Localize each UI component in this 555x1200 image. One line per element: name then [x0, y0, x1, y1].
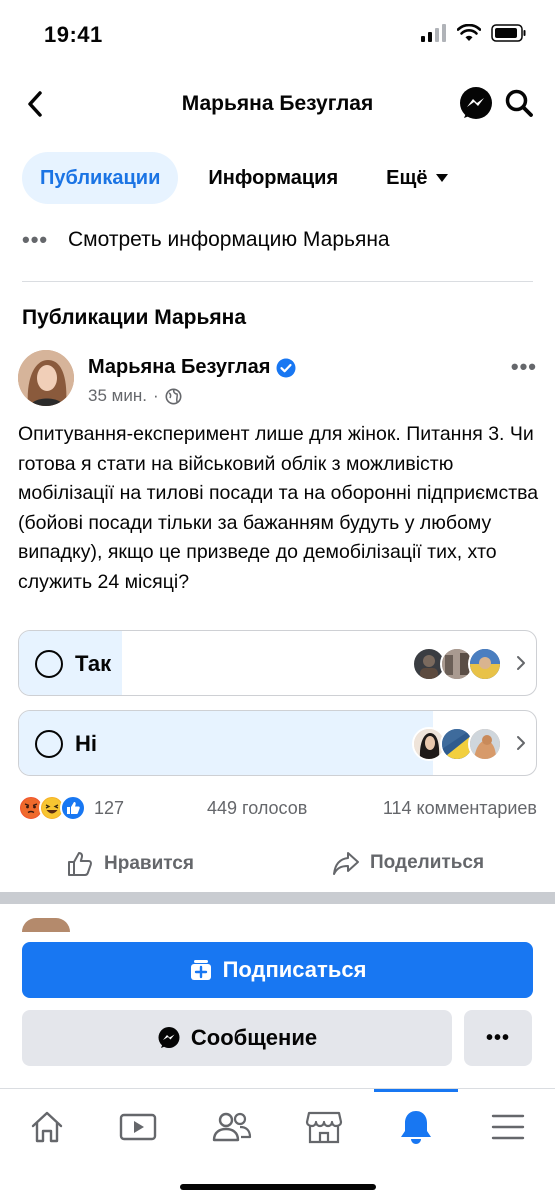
status-time: 19:41 — [44, 22, 103, 47]
home-icon — [31, 1111, 63, 1143]
video-icon — [119, 1113, 157, 1141]
section-title: Публикации Марьяна — [22, 306, 247, 329]
post-author[interactable]: Марьяна Безуглая — [88, 356, 296, 379]
poll-option-no[interactable]: Ні — [18, 710, 537, 776]
post-separator — [0, 892, 555, 904]
poll-label-yes: Так — [75, 651, 112, 676]
poll-radio-yes[interactable] — [35, 650, 63, 678]
like-button[interactable]: Нравится — [66, 850, 194, 878]
tab-friends[interactable] — [212, 1107, 252, 1147]
marketplace-icon — [305, 1111, 343, 1144]
search-icon — [505, 89, 533, 117]
tab-notifications[interactable] — [396, 1107, 436, 1147]
reactions-summary: 127 449 голосов 114 комментариев — [18, 790, 537, 826]
bell-icon — [401, 1111, 431, 1144]
poll-voters-no[interactable] — [412, 727, 502, 761]
share-button[interactable]: Поделиться — [332, 850, 484, 876]
home-indicator — [180, 1184, 376, 1190]
like-label: Нравится — [104, 853, 194, 874]
message-label: Сообщение — [190, 1025, 318, 1050]
tab-publications[interactable]: Публикации — [22, 152, 179, 204]
divider — [22, 281, 533, 282]
like-reaction-icon — [60, 795, 86, 821]
caret-down-icon — [435, 174, 448, 182]
messenger-button[interactable] — [458, 86, 494, 122]
chevron-right-icon — [517, 656, 525, 670]
subscribe-button[interactable]: Подписаться — [22, 942, 533, 998]
like-icon — [68, 852, 93, 876]
post-time[interactable]: 35 мин. — [88, 386, 147, 406]
reaction-icons[interactable] — [18, 795, 86, 821]
signal-icon — [421, 24, 446, 42]
comments-count[interactable]: 114 комментариев — [383, 798, 537, 819]
bottom-tab-bar — [0, 1088, 555, 1168]
post-text: Опитування-експеримент лише для жінок. П… — [18, 423, 539, 593]
poll-label-no: Ні — [75, 731, 97, 756]
active-tab-indicator — [374, 1089, 458, 1092]
tab-more-label: Ещё — [386, 166, 428, 189]
tab-marketplace[interactable] — [304, 1107, 344, 1147]
post-author-label: Марьяна Безуглая — [88, 356, 271, 378]
status-icons — [421, 24, 527, 42]
tab-more[interactable]: Ещё — [368, 152, 465, 204]
chevron-right-icon — [517, 736, 525, 750]
messenger-icon — [158, 1027, 180, 1048]
more-options-button[interactable]: ••• — [464, 1010, 532, 1066]
voter-avatar — [468, 647, 502, 681]
more-dots-icon: ••• — [22, 227, 49, 252]
tab-home[interactable] — [27, 1107, 67, 1147]
post-meta: 35 мин. · — [88, 386, 182, 406]
tab-video[interactable] — [118, 1107, 158, 1147]
menu-icon — [491, 1114, 525, 1140]
tab-menu[interactable] — [488, 1107, 528, 1147]
poll-option-yes[interactable]: Так — [18, 630, 537, 696]
post-actions: Нравится Поделиться — [0, 842, 555, 888]
reactions-count[interactable]: 127 — [94, 798, 124, 819]
verified-icon — [276, 358, 296, 377]
status-bar: 19:41 — [0, 0, 555, 70]
share-icon — [333, 852, 359, 875]
tab-info[interactable]: Информация — [190, 152, 356, 204]
profile-tabs: Публикации Информация Ещё — [22, 152, 533, 204]
meta-separator: · — [152, 386, 159, 405]
messenger-icon — [460, 87, 492, 119]
nav-header: Марьяна Безуглая — [0, 72, 555, 138]
post-more-button[interactable]: ••• — [511, 354, 537, 380]
voter-avatar — [468, 727, 502, 761]
author-avatar[interactable] — [18, 350, 74, 406]
battery-icon — [491, 24, 526, 42]
subscribe-label: Подписаться — [222, 957, 367, 982]
post-header: Марьяна Безуглая 35 мин. · ••• — [18, 350, 537, 412]
friends-icon — [212, 1112, 252, 1142]
subscribe-icon — [190, 960, 211, 980]
search-button[interactable] — [504, 88, 538, 122]
see-info-label: Смотреть информацию Марьяна — [68, 228, 390, 251]
message-button[interactable]: Сообщение — [22, 1010, 452, 1066]
next-post-avatar — [22, 918, 70, 932]
globe-icon — [165, 388, 182, 404]
see-info-link[interactable]: ••• Смотреть информацию Марьяна — [22, 220, 533, 260]
wifi-icon — [457, 24, 481, 41]
poll-voters-yes[interactable] — [412, 647, 502, 681]
share-label: Поделиться — [370, 852, 485, 873]
poll-radio-no[interactable] — [35, 730, 63, 758]
votes-count[interactable]: 449 голосов — [207, 798, 307, 819]
